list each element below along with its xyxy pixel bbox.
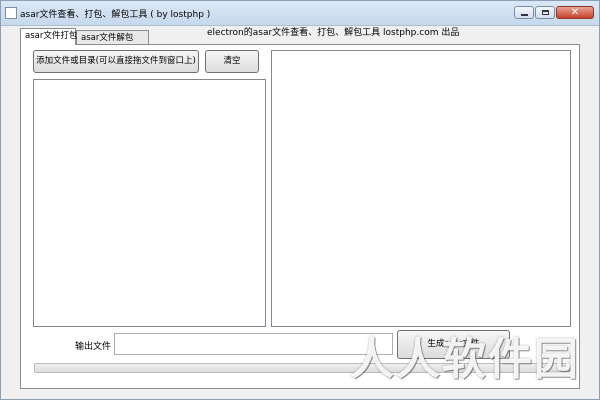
close-icon: ✕ [570, 7, 580, 18]
add-files-button[interactable]: 添加文件或目录(可以直接拖文件到窗口上) [33, 50, 199, 73]
clear-button[interactable]: 清空 [205, 50, 259, 73]
output-file-input[interactable] [114, 333, 393, 355]
app-window: asar文件查看、打包、解包工具 ( by lostphp ) ✕ electr… [0, 0, 600, 400]
tab-unpack[interactable]: asar文件解包 [76, 30, 149, 44]
window-controls: ✕ [514, 6, 594, 19]
header-caption: electron的asar文件查看、打包、解包工具 lostphp.com 出品 [207, 28, 460, 38]
app-icon [5, 7, 17, 19]
generate-asar-button[interactable]: 生成asar文件 [397, 330, 510, 359]
progress-bar [34, 363, 571, 373]
file-list[interactable] [33, 79, 266, 327]
close-button[interactable]: ✕ [556, 6, 594, 19]
window-title: asar文件查看、打包、解包工具 ( by lostphp ) [20, 10, 211, 20]
title-bar[interactable]: asar文件查看、打包、解包工具 ( by lostphp ) ✕ [1, 1, 599, 26]
maximize-icon [542, 10, 549, 15]
minimize-icon [521, 14, 528, 16]
preview-list[interactable] [271, 50, 571, 327]
minimize-button[interactable] [514, 6, 534, 19]
output-file-label: 输出文件 [75, 342, 112, 352]
tab-pack[interactable]: asar文件打包 [20, 28, 77, 45]
maximize-button[interactable] [535, 6, 555, 19]
